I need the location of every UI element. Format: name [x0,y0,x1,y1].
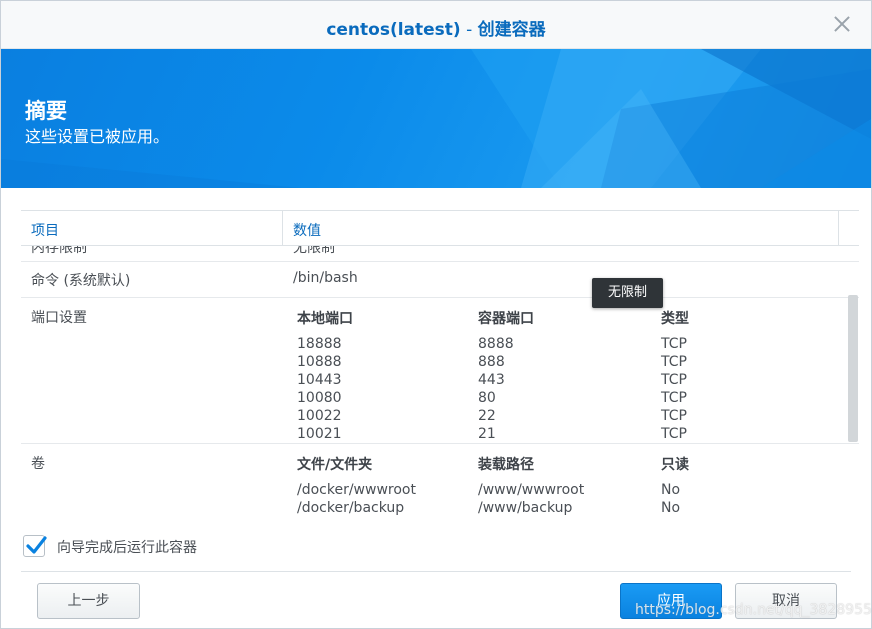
port-local-cell: 10080 [297,390,342,406]
column-divider [282,211,283,246]
row-label: 端口设置 [31,310,87,326]
dialog-title-action: 创建容器 [477,20,546,40]
port-local-cell: 18888 [297,336,342,352]
create-container-dialog: centos(latest) - 创建容器 摘要 这些设置已被应用。 项目 数值… [0,0,872,629]
back-button[interactable]: 上一步 [37,583,140,619]
column-header-item: 项目 [31,223,59,239]
dialog-title-separator: - [460,20,478,40]
run-after-checkbox[interactable] [23,535,47,557]
port-container-cell: 22 [478,408,496,424]
dialog-titlebar: centos(latest) - 创建容器 [1,1,871,49]
row-label: 卷 [31,456,45,472]
table-header: 项目 数值 [21,211,859,246]
volume-readonly-cell: No [661,500,681,516]
port-column-type: 类型 [661,311,689,327]
volume-column-path: 文件/文件夹 [297,457,373,473]
volume-column-readonly: 只读 [661,457,689,473]
volume-column-mount: 装载路径 [478,457,534,473]
port-type-cell: TCP [661,372,687,388]
port-container-cell: 443 [478,372,505,388]
port-local-cell: 10021 [297,426,342,442]
footer-divider [21,571,851,572]
port-container-cell: 8888 [478,336,514,352]
port-type-cell: TCP [661,354,687,370]
watermark-text: https://blog.csdn.net/qq_38289555 [635,602,872,618]
checkmark-icon [26,536,47,554]
table-row-port-settings: 端口设置 本地端口 容器端口 类型 18888 8888 TCP 10888 8… [21,298,859,444]
banner-subtitle: 这些设置已被应用。 [25,127,170,146]
port-column-container: 容器端口 [478,311,534,327]
port-container-cell: 21 [478,426,496,442]
port-container-cell: 80 [478,390,496,406]
port-container-cell: 888 [478,354,505,370]
tooltip: 无限制 [592,278,663,308]
summary-banner: 摘要 这些设置已被应用。 [1,49,871,188]
volume-path-cell: /docker/wwwroot [297,482,416,498]
banner-title: 摘要 [25,99,67,123]
summary-table: 项目 数值 内存限制 无限制 命令 (系统默认) /bin/bash 端口设置 … [21,210,859,526]
port-column-local: 本地端口 [297,311,353,327]
column-divider [838,211,839,246]
table-row-command: 命令 (系统默认) /bin/bash [21,262,859,298]
volume-mount-cell: /www/backup [478,500,573,516]
row-value: /bin/bash [293,270,358,286]
column-header-value: 数值 [293,223,321,239]
port-type-cell: TCP [661,336,687,352]
port-local-cell: 10443 [297,372,342,388]
dialog-title: centos(latest) - 创建容器 [1,15,871,40]
port-local-cell: 10022 [297,408,342,424]
port-type-cell: TCP [661,426,687,442]
row-label: 命令 (系统默认) [31,273,131,289]
port-type-cell: TCP [661,390,687,406]
port-type-cell: TCP [661,408,687,424]
port-local-cell: 10888 [297,354,342,370]
banner-background-graphic [1,49,871,188]
table-scrollbar[interactable] [848,295,858,442]
table-row-volumes: 卷 文件/文件夹 装载路径 只读 /docker/wwwroot /www/ww… [21,444,859,526]
volume-path-cell: /docker/backup [297,500,405,516]
volume-readonly-cell: No [661,482,681,498]
close-icon[interactable] [831,13,853,35]
dialog-title-image: centos(latest) [326,20,461,40]
volume-mount-cell: /www/wwwroot [478,482,585,498]
run-after-label: 向导完成后运行此容器 [57,540,197,556]
